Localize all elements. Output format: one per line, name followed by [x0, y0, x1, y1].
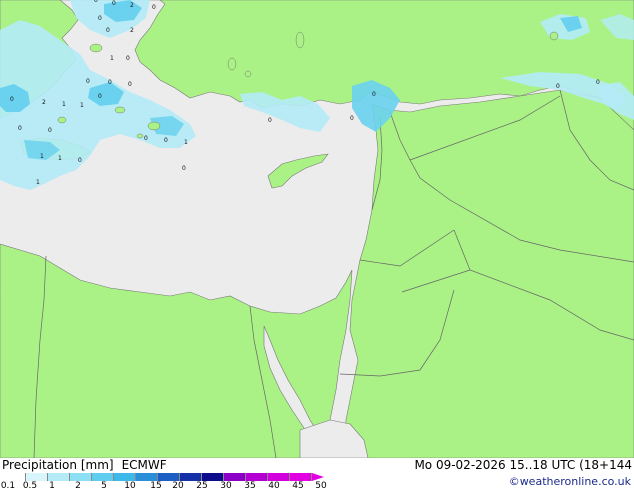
- precip-value-label: 0: [98, 93, 102, 100]
- precip-value-label: 0: [152, 4, 156, 11]
- precip-value-label: 0: [78, 157, 82, 164]
- precip-value-label: 0: [182, 165, 186, 172]
- legend-swatch: [26, 473, 48, 481]
- precip-value-label: 1: [110, 55, 114, 62]
- levant-landmass: [343, 89, 634, 458]
- precip-value-label: 0: [126, 55, 130, 62]
- precip-value-label: 0: [108, 79, 112, 86]
- precip-legend: 0.1 0.5 1 2 5 10 15 20 25 30 35 40 45 50: [1, 473, 330, 491]
- legend-swatch: [290, 473, 312, 481]
- legend-swatch: [158, 473, 180, 481]
- legend-color-bar: [4, 473, 312, 481]
- precip-value-label: 1: [184, 139, 188, 146]
- precip-value-label: 0: [18, 125, 22, 132]
- legend-swatch: [202, 473, 224, 481]
- legend-swatch: [92, 473, 114, 481]
- precip-value-label: 0: [106, 27, 110, 34]
- forecast-datetime: Mo 09-02-2026 15..18 UTC (18+144: [414, 458, 632, 472]
- legend-swatch: [224, 473, 246, 481]
- precip-value-label: 2: [42, 99, 46, 106]
- legend-swatch: [246, 473, 268, 481]
- precipitation-map: 0 2 100120000 0001 001 1 0020 0 1010 0000: [0, 0, 634, 458]
- precip-value-label: 2: [130, 27, 134, 34]
- precip-value-label: 0: [86, 78, 90, 85]
- legend-swatch: [180, 473, 202, 481]
- precip-value-label: 0: [596, 79, 600, 86]
- precip-value-label: 1: [62, 101, 66, 108]
- precip-value-label: 0: [372, 91, 376, 98]
- legend-arrow-icon: [312, 473, 324, 481]
- precip-value-label: 0: [48, 127, 52, 134]
- precip-value-label: 2: [130, 2, 134, 9]
- legend-swatch: [70, 473, 92, 481]
- weather-map-frame: 02100120000000100110020010100000 Precipi…: [0, 0, 634, 491]
- precip-value-label: 0: [98, 15, 102, 22]
- precip-value-label: 0: [112, 0, 116, 7]
- legend-swatch: [48, 473, 70, 481]
- legend-swatch: [268, 473, 290, 481]
- precip-value-label: 0: [144, 135, 148, 142]
- precip-value-label: 0: [94, 0, 98, 4]
- site-credit[interactable]: ©weatheronline.co.uk: [509, 475, 631, 488]
- precip-value-label: 0: [128, 81, 132, 88]
- precip-value-label: 0: [556, 83, 560, 90]
- legend-swatch: [4, 473, 26, 481]
- precip-value-label: 1: [58, 155, 62, 162]
- footer-bar: Precipitation [mm] ECMWF Mo 09-02-2026 15…: [0, 458, 634, 491]
- precip-value-label: 1: [80, 102, 84, 109]
- legend-swatch: [114, 473, 136, 481]
- precip-value-label: 1: [40, 153, 44, 160]
- product-title: Precipitation [mm]: [2, 458, 114, 472]
- precip-value-label: 1: [36, 179, 40, 186]
- product-title-row: Precipitation [mm] ECMWF: [2, 458, 167, 472]
- model-name: ECMWF: [121, 458, 167, 472]
- precip-value-label: 0: [10, 96, 14, 103]
- precip-value-label: 0: [164, 137, 168, 144]
- precip-value-label: 0: [268, 117, 272, 124]
- precip-value-label: 0: [350, 115, 354, 122]
- legend-swatch: [136, 473, 158, 481]
